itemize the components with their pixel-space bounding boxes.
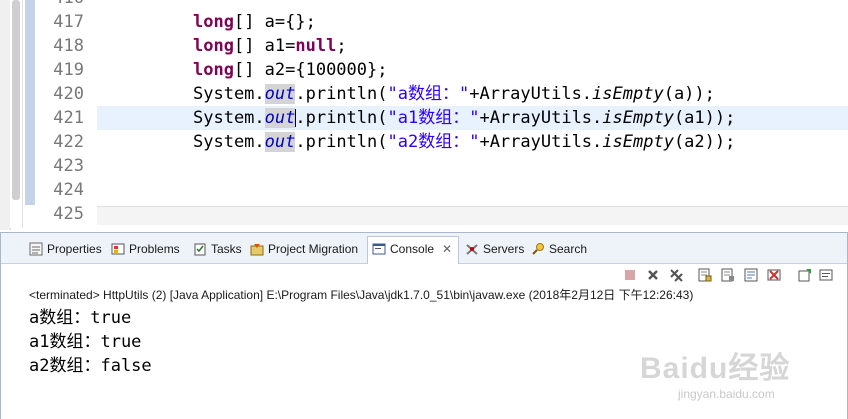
code-line[interactable]	[97, 154, 848, 178]
line-number: 424	[53, 180, 84, 200]
code-text: [] a={};	[233, 12, 316, 32]
remove-all-terminated-icon[interactable]	[669, 268, 683, 282]
string-literal: "a2数组："	[387, 132, 480, 152]
watermark-logo: Baidu经验	[640, 352, 791, 385]
servers-icon	[465, 240, 479, 255]
line-number: 423	[53, 156, 84, 176]
console-toolbar	[1, 264, 847, 288]
string-literal: "a1数组："	[387, 108, 480, 128]
editor-vertical-scrollbar[interactable]	[10, 0, 23, 228]
keyword: long	[193, 12, 234, 32]
code-text: .println(	[295, 108, 388, 128]
field-out: out	[264, 108, 296, 128]
scroll-lock-icon[interactable]	[721, 268, 735, 282]
code-text: (a1));	[673, 108, 736, 128]
word-wrap-icon[interactable]	[744, 268, 758, 282]
code-text: (a2));	[673, 132, 736, 152]
tab-label: Problems	[129, 242, 180, 256]
line-number-gutter: 416 417 418 419 420 421 422 423 424 425	[40, 0, 90, 226]
method-call: isEmpty	[592, 84, 664, 104]
code-line[interactable]: System.out.println("a2数组："+ArrayUtils.is…	[97, 130, 848, 154]
line-number: 417	[53, 12, 84, 32]
tab-label: Tasks	[211, 242, 242, 256]
view-tab-bar: Properties Problems Tasks Project Migrat…	[1, 233, 847, 264]
code-text: +ArrayUtils.	[479, 132, 603, 152]
line-number: 418	[53, 36, 84, 56]
code-line[interactable]: System.out.println("a数组："+ArrayUtils.isE…	[97, 82, 848, 106]
line-number: 416	[40, 0, 90, 10]
keyword: null	[295, 36, 337, 56]
console-output[interactable]: a数组：true a1数组：true a2数组：false	[29, 306, 152, 378]
keyword: long	[193, 36, 234, 56]
project-migration-icon	[250, 240, 264, 256]
code-editor[interactable]: 416 417 418 419 420 421 422 423 424 425 …	[0, 0, 848, 230]
code-text: System.	[193, 108, 265, 128]
console-icon	[372, 240, 386, 255]
watermark-url: jingyan.baidu.com	[678, 387, 775, 401]
tab-problems[interactable]: Problems	[111, 237, 180, 262]
string-literal: "a数组："	[387, 84, 470, 104]
editor-horizontal-scrollbar[interactable]	[97, 206, 848, 225]
console-output-line: a2数组：false	[29, 356, 152, 376]
display-selected-console-icon[interactable]	[819, 268, 833, 282]
code-text: +ArrayUtils.	[479, 108, 603, 128]
line-number: 419	[53, 60, 84, 80]
code-text: [] a2={100000};	[233, 60, 388, 80]
problems-icon	[111, 240, 125, 255]
code-text: +ArrayUtils.	[469, 84, 593, 104]
editor-overview-ruler	[25, 0, 35, 205]
close-icon[interactable]: ✕	[442, 242, 452, 256]
code-line[interactable]: long[] a1=null;	[97, 34, 848, 58]
code-area[interactable]: long[] a={}; long[] a1=null; long[] a2={…	[97, 0, 848, 226]
tab-console[interactable]: Console ✕	[367, 236, 460, 264]
tab-search[interactable]: Search	[531, 237, 587, 262]
code-text: System.	[193, 84, 265, 104]
method-call: isEmpty	[602, 108, 674, 128]
tab-label: Servers	[483, 242, 525, 256]
code-line[interactable]: long[] a={};	[97, 10, 848, 34]
keyword: long	[193, 60, 234, 80]
terminate-icon[interactable]	[623, 268, 637, 282]
baidu-jingyan-watermark: Baidu经验 jingyan.baidu.com	[640, 343, 810, 403]
code-line[interactable]	[97, 178, 848, 202]
line-number: 420	[53, 84, 84, 104]
code-text: System.	[193, 132, 265, 152]
search-icon	[531, 240, 545, 255]
tab-label: Properties	[47, 242, 102, 256]
console-status-line: <terminated> HttpUtils (2) [Java Applica…	[29, 288, 694, 302]
clear-console-icon[interactable]	[698, 268, 712, 282]
tab-label: Project Migration	[268, 242, 359, 256]
open-console-icon[interactable]	[798, 268, 812, 282]
line-number: 421	[53, 108, 84, 128]
console-output-line: a数组：true	[29, 308, 132, 328]
tab-tasks[interactable]: Tasks	[193, 237, 242, 262]
tab-label: Search	[549, 242, 588, 256]
code-text: ;	[336, 36, 347, 56]
tab-label: Console	[390, 242, 435, 256]
tab-servers[interactable]: Servers	[465, 237, 524, 262]
line-number: 425	[53, 204, 84, 224]
code-line[interactable]	[97, 0, 848, 10]
code-text: [] a1=	[233, 36, 296, 56]
field-out: out	[264, 132, 296, 152]
code-text: .println(	[295, 84, 388, 104]
field-out: out	[264, 84, 296, 104]
tab-project-migration[interactable]: Project Migration	[250, 237, 358, 262]
scrollbar-thumb[interactable]	[12, 0, 20, 200]
pin-console-icon[interactable]	[767, 268, 781, 282]
properties-icon	[29, 240, 43, 256]
tab-properties[interactable]: Properties	[29, 237, 102, 262]
code-text: .println(	[295, 132, 388, 152]
code-line-current[interactable]: System.out.println("a1数组："+ArrayUtils.is…	[97, 106, 848, 130]
code-line[interactable]: long[] a2={100000};	[97, 58, 848, 82]
method-call: isEmpty	[602, 132, 674, 152]
line-number: 422	[53, 132, 84, 152]
code-text: (a));	[663, 84, 715, 104]
remove-launch-icon[interactable]	[646, 268, 660, 282]
console-output-line: a1数组：true	[29, 332, 142, 352]
tasks-icon	[193, 240, 207, 256]
